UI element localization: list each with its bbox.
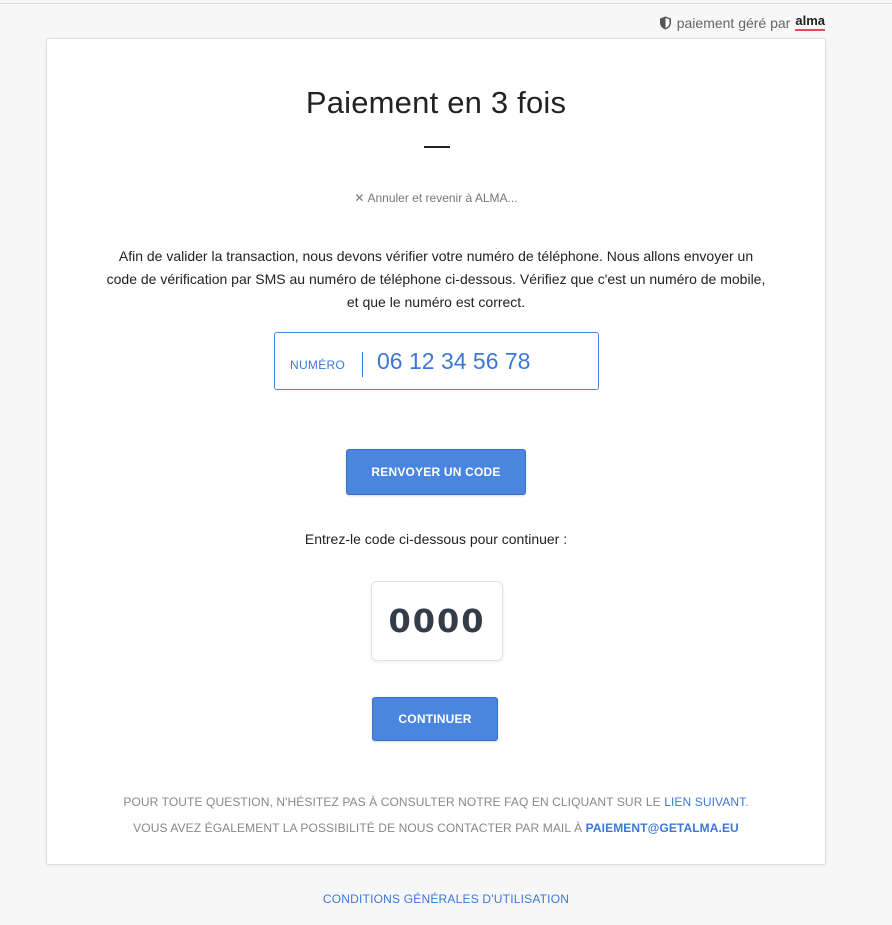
cancel-link[interactable]: ✕ Annuler et revenir à ALMA... <box>47 191 825 205</box>
faq-link[interactable]: LIEN SUIVANT <box>664 795 745 809</box>
phone-separator <box>362 352 363 377</box>
continue-button[interactable]: CONTINUER <box>372 697 498 741</box>
phone-input[interactable] <box>377 348 577 375</box>
close-icon: ✕ <box>354 191 365 205</box>
page-title: Paiement en 3 fois <box>305 85 567 120</box>
phone-field[interactable]: NUMÉRO <box>274 332 599 390</box>
contact-notice: VOUS AVEZ ÉGALEMENT LA POSSIBILITÉ DE NO… <box>47 821 825 835</box>
code-prompt: Entrez-le code ci-dessous pour continuer… <box>304 531 568 547</box>
phone-label: NUMÉRO <box>290 358 346 372</box>
faq-end: . <box>745 795 749 809</box>
intro-text: Afin de valider la transaction, nous dev… <box>106 248 766 310</box>
powered-by: paiement géré par alma <box>659 14 825 31</box>
powered-by-text: paiement géré par <box>676 14 791 31</box>
faq-text: POUR TOUTE QUESTION, N'HÉSITEZ PAS À CON… <box>123 795 661 809</box>
cancel-label: Annuler et revenir à ALMA... <box>367 191 518 205</box>
payment-card: Paiement en 3 fois ✕ Annuler et revenir à… <box>46 38 826 865</box>
title-divider <box>424 146 450 148</box>
top-divider <box>0 3 892 4</box>
resend-code-button[interactable]: RENVOYER UN CODE <box>346 449 526 495</box>
contact-text: VOUS AVEZ ÉGALEMENT LA POSSIBILITÉ DE NO… <box>133 821 583 835</box>
code-field[interactable] <box>371 581 503 661</box>
faq-notice: POUR TOUTE QUESTION, N'HÉSITEZ PAS À CON… <box>47 795 825 809</box>
code-input[interactable] <box>372 582 502 660</box>
terms-link[interactable]: CONDITIONS GÉNÉRALES D'UTILISATION <box>0 892 892 906</box>
shield-icon <box>659 16 671 29</box>
alma-logo: alma <box>795 14 825 31</box>
contact-email-link[interactable]: PAIEMENT@GETALMA.EU <box>586 821 739 835</box>
